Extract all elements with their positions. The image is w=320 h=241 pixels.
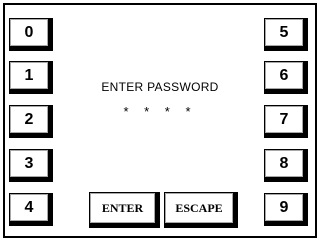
key-5-button[interactable]: 5 — [264, 18, 308, 51]
password-prompt: ENTER PASSWORD — [101, 80, 219, 94]
key-3-button[interactable]: 3 — [9, 149, 53, 182]
key-9-button[interactable]: 9 — [264, 193, 308, 226]
key-4-button[interactable]: 4 — [9, 193, 53, 226]
masked-password-field: * * * * — [123, 104, 197, 119]
escape-button[interactable]: ESCAPE — [164, 192, 238, 228]
key-0-button[interactable]: 0 — [9, 18, 53, 51]
password-entry-screen: 0 1 2 3 4 5 6 7 8 9 ENTER PASSWORD * * *… — [0, 0, 320, 241]
key-8-button[interactable]: 8 — [264, 149, 308, 182]
key-6-button[interactable]: 6 — [264, 61, 308, 94]
key-1-button[interactable]: 1 — [9, 61, 53, 94]
enter-button[interactable]: ENTER — [89, 192, 160, 228]
key-7-button[interactable]: 7 — [264, 105, 308, 138]
key-2-button[interactable]: 2 — [9, 105, 53, 138]
